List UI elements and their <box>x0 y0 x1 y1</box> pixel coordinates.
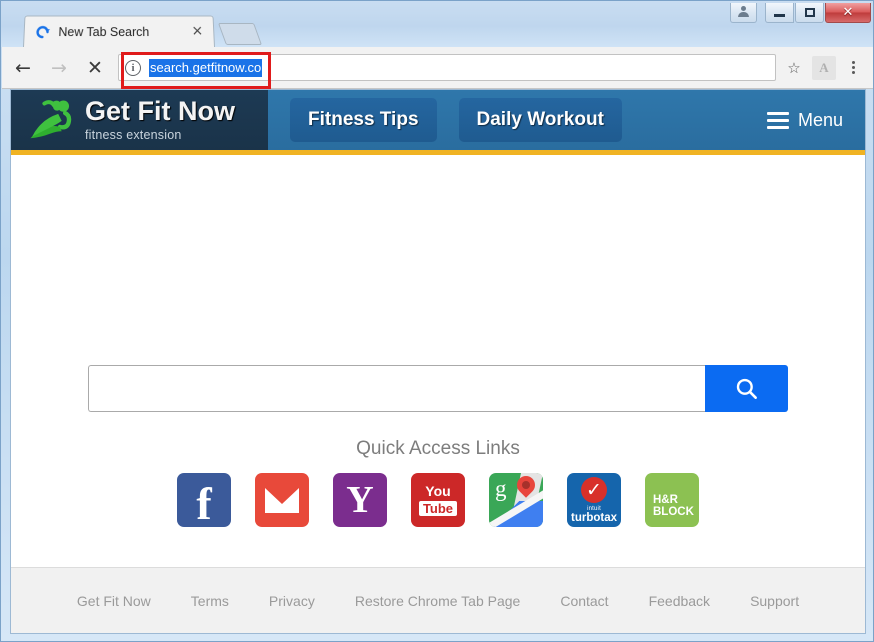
browser-window: ✕ New Tab Search × ← → ✕ i search.getfit… <box>0 0 874 642</box>
tile-facebook[interactable]: f <box>177 473 231 527</box>
runner-icon <box>30 100 72 139</box>
nav-button-daily-workout[interactable]: Daily Workout <box>458 98 622 142</box>
stop-icon: ✕ <box>87 56 103 79</box>
browser-tab[interactable]: New Tab Search × <box>23 15 215 48</box>
address-bar[interactable]: i search.getfitnow.co <box>118 54 776 81</box>
loading-spinner-icon <box>34 24 51 40</box>
tile-gmail[interactable] <box>255 473 309 527</box>
google-g-icon: g <box>495 476 507 501</box>
site-menu-label: Menu <box>797 109 843 130</box>
footer-link-feedback[interactable]: Feedback <box>649 593 710 609</box>
hamburger-line <box>766 125 789 129</box>
hr-block-line2: BLOCK <box>653 506 694 518</box>
hamburger-line <box>766 111 789 115</box>
bookmark-star-button[interactable]: ☆ <box>780 54 808 82</box>
title-bar: ✕ New Tab Search × <box>1 1 873 48</box>
turbotax-check-icon: ✓ <box>581 477 607 503</box>
gmail-envelope-icon <box>265 487 299 513</box>
search-button[interactable] <box>705 365 788 412</box>
site-menu-button[interactable]: Menu <box>766 109 843 131</box>
footer-link-terms[interactable]: Terms <box>191 593 229 609</box>
tile-turbotax[interactable]: ✓ intuit turbotax <box>567 473 621 527</box>
nav-label: Daily Workout <box>476 109 604 130</box>
tile-youtube[interactable]: You Tube <box>411 473 465 527</box>
yahoo-icon: Y <box>346 479 374 521</box>
search-input[interactable] <box>88 365 705 412</box>
hr-block-label: H&R BLOCK <box>653 494 694 518</box>
search-icon <box>736 378 757 399</box>
page-info-icon[interactable]: i <box>125 59 141 76</box>
star-icon: ☆ <box>787 58 801 77</box>
quick-access-title: Quick Access Links <box>356 438 520 459</box>
stop-button[interactable]: ✕ <box>80 53 110 83</box>
back-arrow-icon: ← <box>15 56 31 79</box>
hr-block-line1: H&R <box>653 494 678 506</box>
tab-close-icon[interactable]: × <box>189 23 205 40</box>
footer-link-restore-chrome-tab-page[interactable]: Restore Chrome Tab Page <box>355 593 521 609</box>
forward-button: → <box>44 53 74 83</box>
hamburger-line <box>766 118 789 122</box>
youtube-icon-top: You <box>425 483 451 499</box>
quick-access-tiles: f Y You Tube g ✓ intuit turbotax H&R BLO… <box>11 473 865 527</box>
hamburger-icon <box>766 111 789 129</box>
nav-button-fitness-tips[interactable]: Fitness Tips <box>290 98 437 142</box>
chrome-menu-button[interactable] <box>840 61 866 74</box>
browser-toolbar: ← → ✕ i search.getfitnow.co ☆ A <box>2 47 873 89</box>
site-header: Get Fit Now fitness extension Fitness Ti… <box>11 90 865 155</box>
footer-link-support[interactable]: Support <box>750 593 799 609</box>
search-section <box>11 365 865 412</box>
tile-hr-block[interactable]: H&R BLOCK <box>645 473 699 527</box>
pdf-extension-icon[interactable]: A <box>812 55 836 80</box>
menu-dot-icon <box>851 71 855 74</box>
search-bar <box>88 365 788 412</box>
new-tab-button[interactable] <box>217 23 263 45</box>
back-button[interactable]: ← <box>8 53 38 83</box>
menu-dot-icon <box>851 66 855 69</box>
tab-strip: New Tab Search × <box>1 15 873 48</box>
nav-label: Fitness Tips <box>308 109 419 130</box>
site-logo[interactable]: Get Fit Now fitness extension <box>11 90 268 150</box>
logo-text: Get Fit Now fitness extension <box>85 96 235 143</box>
checkmark-glyph: ✓ <box>586 478 602 501</box>
tile-google-maps[interactable]: g <box>489 473 543 527</box>
footer-link-contact[interactable]: Contact <box>560 593 608 609</box>
logo-title: Get Fit Now <box>85 96 235 126</box>
footer-link-privacy[interactable]: Privacy <box>269 593 315 609</box>
forward-arrow-icon: → <box>51 56 67 79</box>
url-text[interactable]: search.getfitnow.co <box>149 58 263 77</box>
logo-subtitle: fitness extension <box>85 128 182 142</box>
facebook-icon: f <box>196 478 212 527</box>
menu-dot-icon <box>851 61 855 64</box>
tab-title: New Tab Search <box>58 24 150 39</box>
footer-link-get-fit-now[interactable]: Get Fit Now <box>77 593 151 609</box>
page-viewport: Get Fit Now fitness extension Fitness Ti… <box>10 89 866 634</box>
tile-yahoo[interactable]: Y <box>333 473 387 527</box>
youtube-icon-bottom: Tube <box>418 501 458 516</box>
turbotax-label: turbotax <box>571 512 617 524</box>
site-footer: Get Fit Now Terms Privacy Restore Chrome… <box>11 567 865 633</box>
pdf-extension-glyph: A <box>819 59 829 75</box>
